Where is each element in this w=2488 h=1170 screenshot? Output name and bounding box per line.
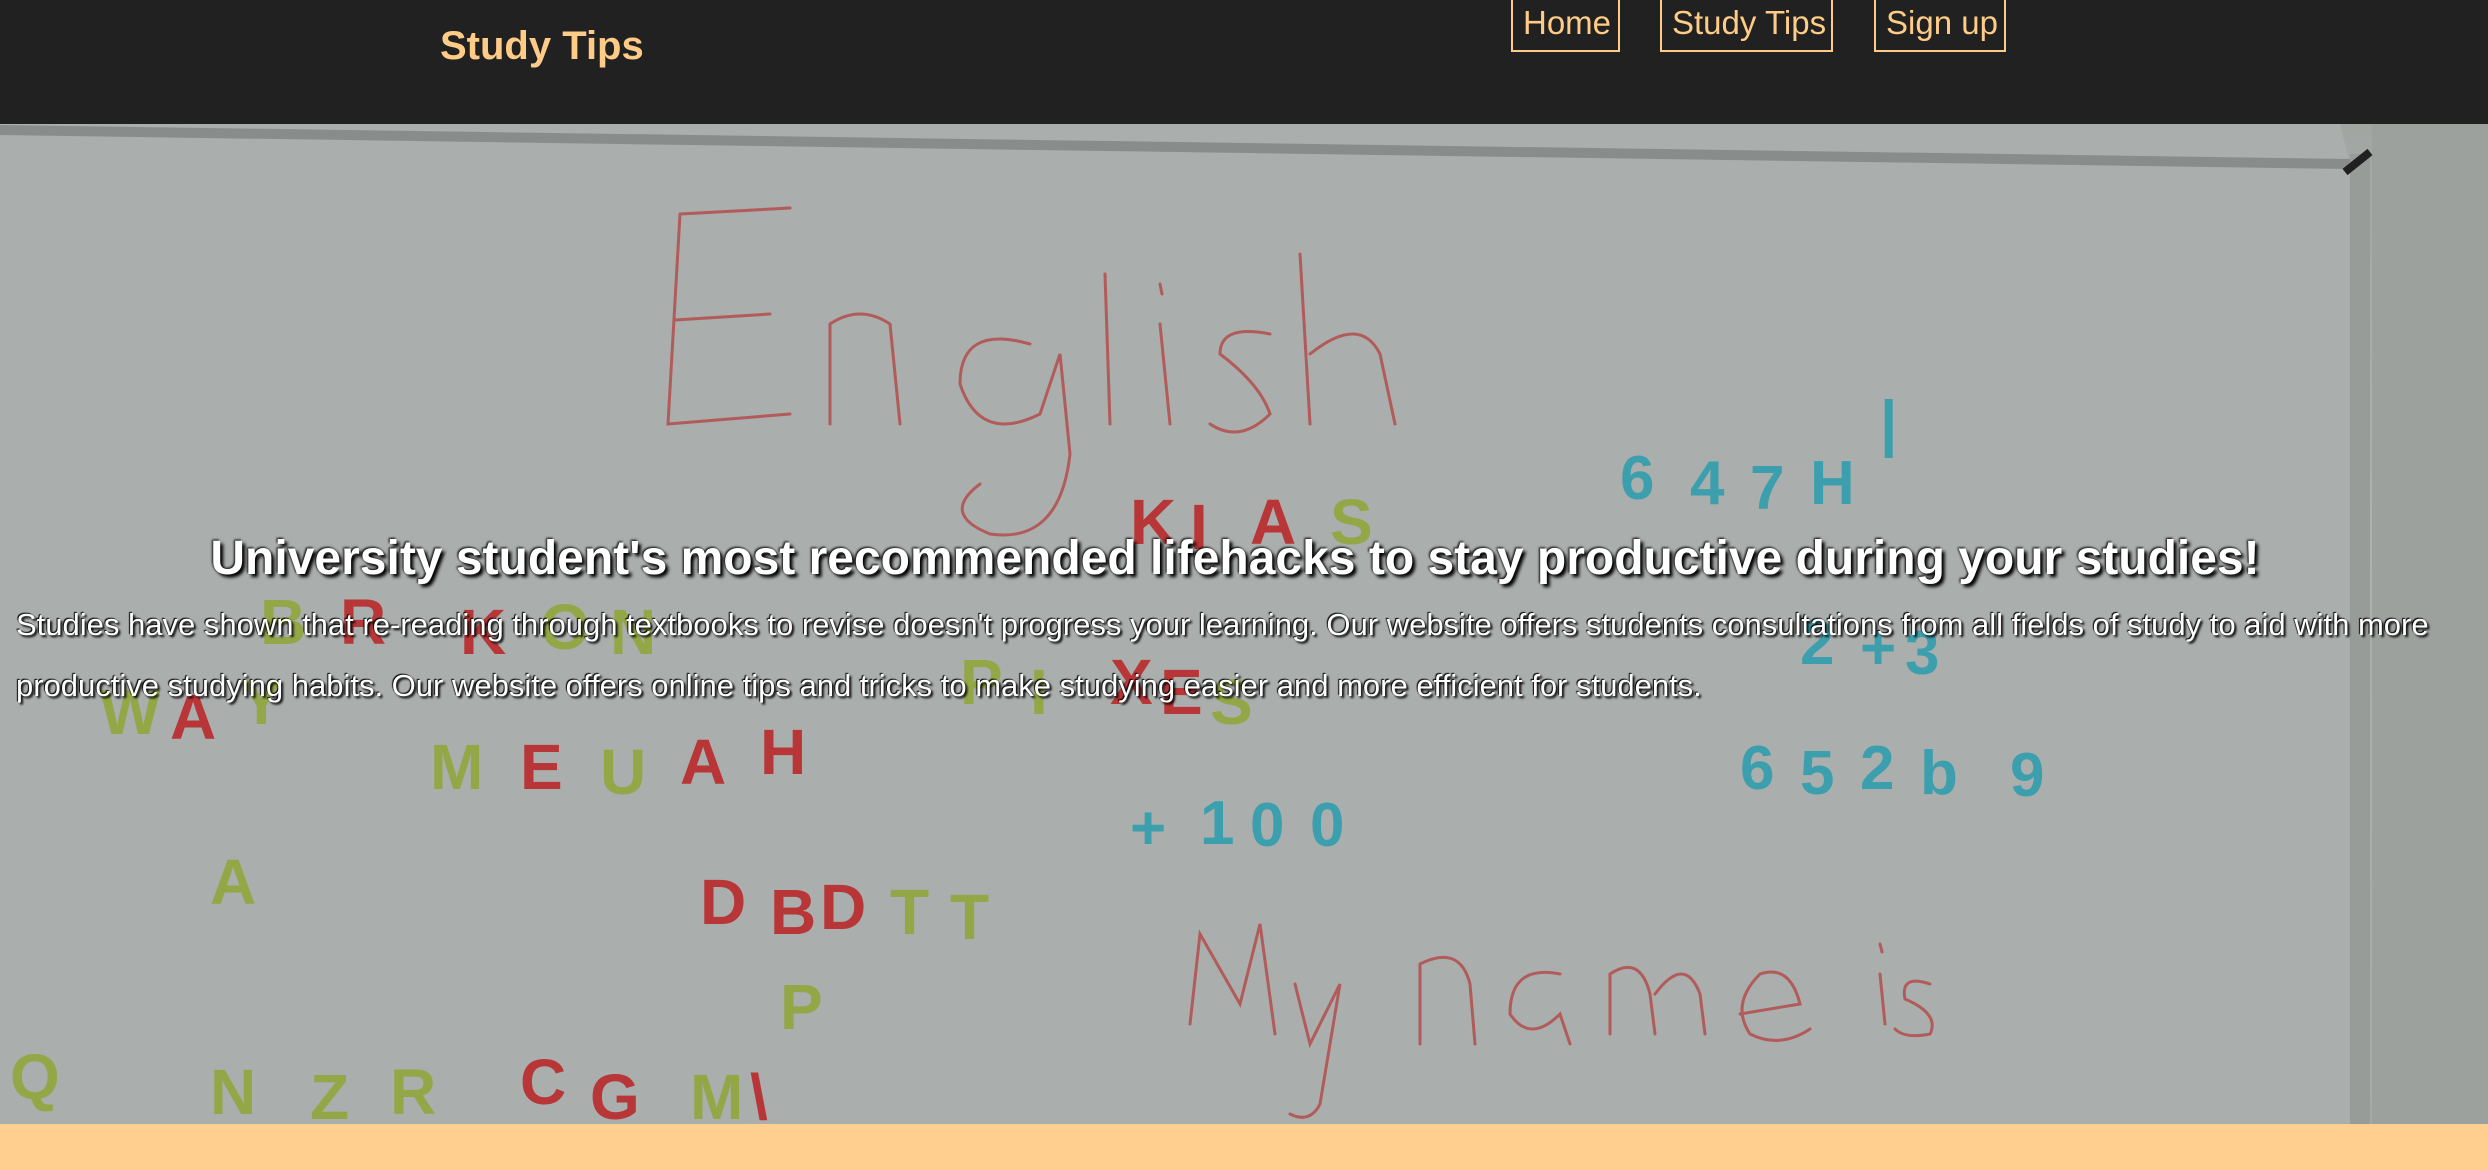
nav-home-link[interactable]: Home xyxy=(1511,0,1620,52)
footer-band xyxy=(0,1124,2488,1170)
hero-section: KIA RK XE AHE DBD C G \ A SBO NPI SWY MU A… xyxy=(0,124,2488,1124)
hero-description: Studies have shown that re-reading throu… xyxy=(16,607,2429,703)
nav-sign-up-link[interactable]: Sign up xyxy=(1874,0,2006,52)
site-brand[interactable]: Study Tips xyxy=(440,22,644,70)
site-header: Study Tips Home Study Tips Sign up xyxy=(0,0,2488,124)
hero-title: University student's most recommended li… xyxy=(210,532,2260,585)
nav-study-tips-link[interactable]: Study Tips xyxy=(1660,0,1833,52)
